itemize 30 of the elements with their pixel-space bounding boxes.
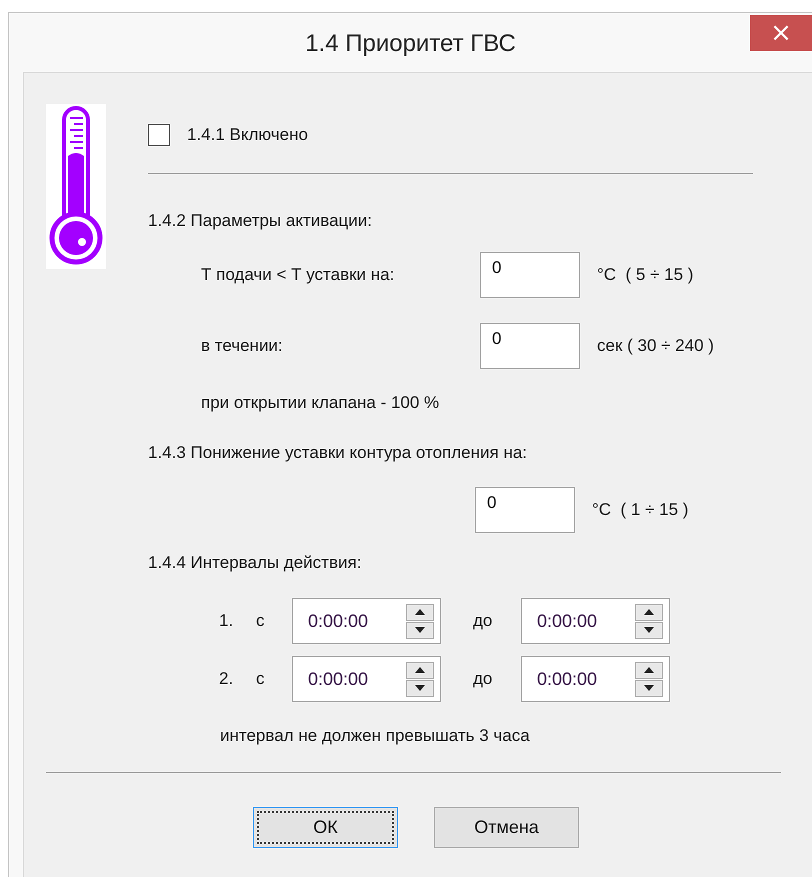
from-label: с: [256, 669, 266, 689]
time-spinbox[interactable]: 0:00:00: [292, 656, 441, 702]
to-label: до: [473, 611, 494, 631]
checkbox-label: 1.4.1 Включено: [187, 125, 308, 145]
close-button[interactable]: ×: [750, 15, 812, 51]
ok-button[interactable]: ОК: [253, 807, 398, 848]
enabled-checkbox[interactable]: [148, 124, 170, 146]
note-text: интервал не должен превышать 3 часа: [220, 725, 531, 747]
unit-range-label: °С ( 1 ÷ 15 ): [592, 500, 688, 520]
section-heading: 1.4.3 Понижение уставки контура отопления на:: [148, 442, 528, 464]
cancel-button[interactable]: Отмена: [434, 807, 579, 848]
unit-range-label: °С ( 5 ÷ 15 ): [597, 265, 694, 285]
field-label: Т подачи < Т уставки на:: [201, 265, 396, 285]
number-input[interactable]: 0: [480, 323, 580, 369]
note-text: при открытии клапана - 100 %: [201, 392, 440, 414]
window-title: 1.4 Приоритет ГВС: [304, 29, 517, 58]
to-label: до: [473, 669, 494, 689]
number-input[interactable]: 0: [480, 252, 580, 298]
number-input[interactable]: 0: [475, 487, 575, 533]
from-label: с: [256, 611, 266, 631]
section-heading: 1.4.4 Интервалы действия:: [148, 552, 362, 574]
time-spinbox[interactable]: 0:00:00: [521, 656, 670, 702]
section-heading: 1.4.2 Параметры активации:: [148, 210, 373, 232]
time-spinbox[interactable]: 0:00:00: [521, 598, 670, 644]
row-number: 1.: [219, 611, 234, 631]
thermometer-icon: [46, 104, 106, 269]
row-number: 2.: [219, 669, 234, 689]
time-spinbox[interactable]: 0:00:00: [292, 598, 441, 644]
field-label: в течении:: [201, 336, 284, 356]
unit-range-label: сек ( 30 ÷ 240 ): [597, 336, 714, 356]
